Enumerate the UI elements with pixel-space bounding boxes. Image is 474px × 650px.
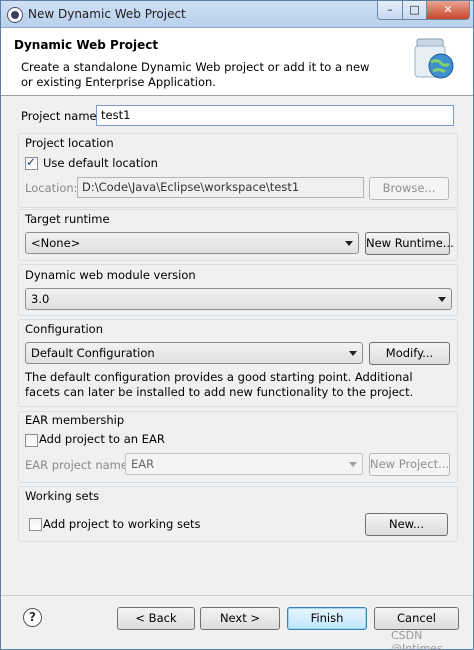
- ear-project-value: EAR: [131, 457, 155, 471]
- project-name-input[interactable]: test1: [96, 105, 454, 126]
- finish-button[interactable]: Finish: [287, 607, 367, 630]
- minimize-button[interactable]: –: [377, 1, 403, 20]
- module-version-label: Dynamic web module version: [25, 268, 196, 282]
- maximize-button[interactable]: □: [402, 1, 427, 20]
- footer-separator: [1, 595, 473, 596]
- ear-project-name-label: EAR project name:: [25, 458, 132, 472]
- target-runtime-select[interactable]: <None>: [25, 232, 359, 254]
- wizard-header: Dynamic Web Project Create a standalone …: [1, 28, 473, 96]
- target-runtime-label: Target runtime: [25, 212, 110, 226]
- project-name-label: Project name:: [21, 109, 101, 123]
- use-default-location-label[interactable]: Use default location: [43, 156, 158, 170]
- ear-membership-label: EAR membership: [25, 413, 125, 427]
- chevron-down-icon: [349, 351, 357, 356]
- chevron-down-icon: [349, 462, 357, 467]
- title-bar[interactable]: New Dynamic Web Project – □ ✕: [1, 1, 473, 28]
- configuration-description: The default configuration provides a goo…: [25, 370, 414, 399]
- browse-button[interactable]: Browse...: [369, 177, 449, 200]
- location-input[interactable]: D:\Code\Java\Eclipse\workspace\test1: [77, 177, 364, 198]
- new-ear-project-button[interactable]: New Project...: [369, 453, 450, 476]
- module-version-value: 3.0: [31, 292, 50, 306]
- watermark: CSDN @Intimes: [391, 629, 443, 650]
- eclipse-app-icon: [7, 7, 23, 23]
- new-runtime-button[interactable]: New Runtime...: [365, 232, 454, 255]
- configuration-select[interactable]: Default Configuration: [25, 342, 363, 364]
- close-button[interactable]: ✕: [426, 1, 470, 20]
- ear-project-select[interactable]: EAR: [125, 453, 363, 475]
- new-working-set-button[interactable]: New...: [365, 513, 448, 536]
- chevron-down-icon: [438, 297, 446, 302]
- page-title: Dynamic Web Project: [14, 38, 159, 52]
- configuration-value: Default Configuration: [31, 346, 155, 360]
- use-default-location-checkbox[interactable]: [25, 155, 38, 170]
- wizard-window: New Dynamic Web Project – □ ✕ Dynamic We…: [0, 0, 474, 650]
- add-to-ear-label[interactable]: Add project to an EAR: [39, 432, 165, 446]
- chevron-down-icon: [345, 241, 353, 246]
- configuration-label: Configuration: [25, 322, 103, 336]
- add-to-ear-checkbox[interactable]: [25, 434, 38, 447]
- page-description: Create a standalone Dynamic Web project …: [21, 60, 370, 89]
- add-to-working-sets-checkbox[interactable]: [29, 518, 42, 531]
- location-label: Location:: [25, 181, 78, 195]
- target-runtime-value: <None>: [31, 236, 81, 250]
- modify-button[interactable]: Modify...: [369, 342, 450, 365]
- add-to-working-sets-label[interactable]: Add project to working sets: [43, 517, 201, 531]
- window-title: New Dynamic Web Project: [28, 7, 186, 21]
- back-button[interactable]: < Back: [117, 607, 195, 630]
- module-version-select[interactable]: 3.0: [25, 288, 452, 310]
- web-project-jar-globe-icon: [414, 38, 454, 79]
- help-icon[interactable]: ?: [23, 608, 42, 627]
- project-location-label: Project location: [25, 136, 114, 150]
- next-button[interactable]: Next >: [200, 607, 280, 630]
- cancel-button[interactable]: Cancel: [374, 607, 459, 630]
- working-sets-label: Working sets: [25, 489, 100, 503]
